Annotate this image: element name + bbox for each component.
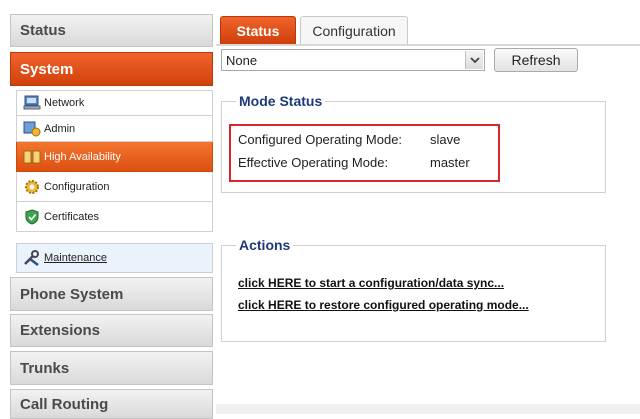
sidebar-item-label: Network: [44, 97, 85, 109]
nav-trunks-label: Trunks: [20, 359, 70, 377]
nav-call-routing-label: Call Routing: [20, 395, 109, 413]
start-sync-link[interactable]: click HERE to start a configuration/data…: [238, 276, 504, 290]
sidebar-item-high-availability[interactable]: High Availability: [16, 142, 213, 172]
sidebar-item-maintenance[interactable]: Maintenance: [16, 243, 213, 273]
certificate-shield-icon: [23, 208, 41, 225]
nav-trunks[interactable]: Trunks: [10, 351, 213, 385]
nav-extensions[interactable]: Extensions: [10, 314, 213, 347]
mode-status-title: Mode Status: [239, 93, 323, 109]
effective-mode-value: master: [430, 155, 470, 170]
tab-configuration[interactable]: Configuration: [300, 16, 408, 44]
mode-select[interactable]: None: [221, 49, 485, 71]
restore-mode-link[interactable]: click HERE to restore configured operati…: [238, 298, 529, 312]
chevron-down-icon[interactable]: [465, 51, 483, 69]
nav-system-label: System: [20, 60, 74, 78]
sidebar-item-label: Certificates: [44, 210, 100, 223]
sidebar-item-network[interactable]: Network: [16, 90, 213, 116]
actions-title: Actions: [239, 237, 291, 253]
admin-icon: [23, 121, 41, 137]
nav-system[interactable]: System: [10, 52, 213, 86]
sidebar-item-admin[interactable]: Admin: [16, 116, 213, 142]
mode-select-value: None: [226, 52, 258, 68]
sidebar-item-label: Maintenance: [44, 252, 107, 264]
sidebar-item-label: High Availability: [44, 150, 121, 163]
sidebar-item-configuration[interactable]: Configuration: [16, 172, 213, 202]
refresh-button[interactable]: Refresh: [494, 48, 578, 72]
nav-phone-system[interactable]: Phone System: [10, 277, 213, 311]
high-availability-icon: [23, 149, 41, 165]
nav-status-label: Status: [20, 22, 66, 39]
configured-mode-value: slave: [430, 132, 461, 147]
bottom-strip: [216, 404, 640, 414]
tools-icon: [23, 250, 41, 266]
sidebar-item-certificates[interactable]: Certificates: [16, 202, 213, 232]
configured-mode-label: Configured Operating Mode:: [238, 132, 403, 147]
sidebar: Status System Network Admin High Availab…: [10, 14, 213, 419]
nav-extensions-label: Extensions: [20, 322, 101, 339]
nav-status[interactable]: Status: [10, 14, 213, 47]
sidebar-item-label: Admin: [44, 122, 76, 135]
gear-icon: [23, 179, 41, 195]
tab-status[interactable]: Status: [220, 16, 296, 44]
nav-phone-system-label: Phone System: [20, 285, 124, 303]
tab-bar: Status Configuration: [216, 14, 640, 46]
network-icon: [23, 95, 41, 111]
sidebar-item-label: Configuration: [44, 180, 110, 193]
nav-call-routing[interactable]: Call Routing: [10, 389, 213, 419]
effective-mode-label: Effective Operating Mode:: [238, 155, 389, 170]
